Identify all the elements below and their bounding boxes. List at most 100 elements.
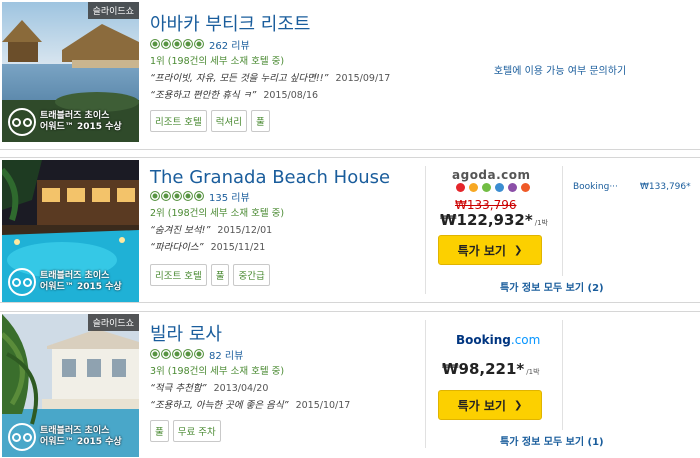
hotel-photo[interactable]: 트래블러즈 초이스 어워드™ 2015 수상 [2, 160, 139, 302]
rating-row: 82 리뷰 [150, 347, 420, 362]
chevron-right-icon: ❯ [513, 244, 523, 256]
rating-bubbles [150, 39, 205, 49]
review-count-link[interactable]: 82 리뷰 [209, 347, 243, 362]
bubble-icon [194, 349, 204, 359]
bubble-icon [183, 39, 193, 49]
travelers-choice-award: 트래블러즈 초이스 어워드™ 2015 수상 [8, 108, 122, 136]
bubble-icon [161, 39, 171, 49]
hotel-info: The Granada Beach House 135 리뷰 2위 (198건의… [150, 167, 420, 253]
award-line-1: 트래블러즈 초이스 [40, 271, 110, 281]
review-quote-link[interactable]: “조용하고, 아늑한 곳에 좋은 음식” [150, 400, 289, 411]
alt-provider-price[interactable]: ₩133,796* [640, 182, 691, 192]
column-divider [562, 166, 563, 276]
bubble-icon [150, 39, 160, 49]
bubble-icon [172, 349, 182, 359]
hotel-info: 아바카 부티크 리조트 262 리뷰 1위 (198건의 세부 소재 호텔 중)… [150, 10, 420, 101]
bubble-icon [161, 349, 171, 359]
hotel-title-link[interactable]: 아바카 부티크 리조트 [150, 10, 420, 36]
review-snippet: “파라다이스” 2015/11/21 [150, 239, 420, 253]
bubble-icon [172, 39, 182, 49]
hotel-info: 빌라 로사 82 리뷰 3위 (198건의 세부 소재 호텔 중) “적극 추천… [150, 320, 420, 411]
owl-icon [8, 268, 36, 296]
review-date: 2015/09/17 [335, 73, 391, 84]
review-quote-link[interactable]: “숨겨진 보석!” [150, 225, 210, 236]
view-deal-button[interactable]: 특가 보기 ❯ [438, 390, 542, 420]
bubble-icon [172, 191, 182, 201]
review-date: 2013/04/20 [213, 383, 269, 394]
bubble-icon [183, 191, 193, 201]
booking-logo-main: Booking [456, 333, 511, 347]
rating-row: 135 리뷰 [150, 189, 420, 204]
view-all-deals-link[interactable]: 특가 정보 모두 보기 (2) [500, 279, 604, 294]
review-snippet: “조용하고 편안한 휴식 ㅋ” 2015/08/16 [150, 87, 420, 101]
award-line-1: 트래블러즈 초이스 [40, 111, 110, 121]
review-count-link[interactable]: 135 리뷰 [209, 189, 250, 204]
review-quote-link[interactable]: “적극 추천함” [150, 383, 207, 394]
view-deal-label: 특가 보기 [457, 243, 506, 258]
rank-text: 2위 (198건의 세부 소재 호텔 중) [150, 208, 285, 219]
tag-list: 리조트 호텔 풀 중간급 [150, 264, 274, 286]
owl-icon [8, 423, 36, 451]
tag-midrange[interactable]: 중간급 [233, 264, 270, 286]
view-deal-button[interactable]: 특가 보기 ❯ [438, 235, 542, 265]
view-all-deals-link[interactable]: 특가 정보 모두 보기 (1) [500, 433, 604, 448]
bubble-icon [150, 191, 160, 201]
agoda-dot [482, 183, 491, 192]
price-value: ₩122,932* [440, 211, 533, 229]
alt-provider-link[interactable]: Booking··· [573, 182, 618, 192]
review-quote-link[interactable]: “파라다이스” [150, 242, 204, 253]
slideshow-badge[interactable]: 슬라이드쇼 [87, 314, 139, 331]
rank-text: 1위 (198건의 세부 소재 호텔 중) [150, 56, 285, 67]
tag-pool[interactable]: 풀 [210, 264, 230, 286]
review-quote-link[interactable]: “조용하고 편안한 휴식 ㅋ” [150, 90, 256, 101]
column-divider [425, 320, 426, 448]
owl-icon [8, 108, 36, 136]
review-date: 2015/10/17 [295, 400, 351, 411]
review-snippet: “적극 추천함” 2013/04/20 [150, 380, 420, 394]
travelers-choice-award: 트래블러즈 초이스 어워드™ 2015 수상 [8, 423, 122, 451]
view-deal-label: 특가 보기 [457, 398, 506, 413]
review-count-link[interactable]: 262 리뷰 [209, 37, 250, 52]
bubble-icon [150, 349, 160, 359]
slideshow-badge[interactable]: 슬라이드쇼 [87, 2, 139, 19]
hotel-photo[interactable]: 슬라이드쇼 트래블러즈 초이스 어워드™ 2015 수상 [2, 2, 139, 142]
price-display: ₩122,932*/1박 [440, 211, 548, 229]
tag-pool[interactable]: 풀 [150, 420, 169, 442]
review-snippet: “프라이빗, 자유, 모든 것을 누리고 싶다면!!” 2015/09/17 [150, 70, 420, 84]
review-date: 2015/11/21 [210, 242, 266, 253]
tag-free-parking[interactable]: 무료 주차 [172, 420, 221, 442]
agoda-dot [456, 183, 465, 192]
price-display: ₩98,221*/1박 [442, 360, 540, 378]
agoda-dot [508, 183, 517, 192]
booking-logo-suffix: .com [510, 333, 541, 347]
review-snippet: “조용하고, 아늑한 곳에 좋은 음식” 2015/10/17 [150, 397, 420, 411]
tag-resort-hotel[interactable]: 리조트 호텔 [150, 110, 207, 132]
price-value: ₩98,221* [442, 360, 525, 378]
agoda-logo[interactable]: agoda.com [452, 168, 531, 182]
price-per-night: /1박 [534, 219, 548, 227]
bubble-icon [183, 349, 193, 359]
award-line-2: 어워드™ 2015 수상 [40, 122, 122, 132]
tag-pool[interactable]: 풀 [250, 110, 270, 132]
review-quote-link[interactable]: “프라이빗, 자유, 모든 것을 누리고 싶다면!!” [150, 73, 328, 84]
agoda-dot [495, 183, 504, 192]
travelers-choice-award: 트래블러즈 초이스 어워드™ 2015 수상 [8, 268, 122, 296]
booking-logo[interactable]: Booking.com [456, 333, 540, 347]
tag-resort-hotel[interactable]: 리조트 호텔 [150, 264, 207, 286]
agoda-dot [469, 183, 478, 192]
award-line-2: 어워드™ 2015 수상 [40, 437, 122, 447]
availability-inquiry-link[interactable]: 호텔에 이용 가능 여부 문의하기 [480, 66, 640, 78]
bubble-icon [194, 191, 204, 201]
rating-row: 262 리뷰 [150, 37, 420, 52]
rating-bubbles [150, 191, 205, 201]
hotel-listing-1: 슬라이드쇼 트래블러즈 초이스 어워드™ 2015 수상 아바카 부티크 리조트… [0, 0, 700, 150]
review-date: 2015/12/01 [217, 225, 273, 236]
column-divider [425, 166, 426, 294]
original-price: ₩133,796 [455, 198, 517, 212]
award-line-2: 어워드™ 2015 수상 [40, 282, 122, 292]
hotel-photo[interactable]: 슬라이드쇼 트래블러즈 초이스 어워드™ 2015 수상 [2, 314, 139, 457]
hotel-title-link[interactable]: The Granada Beach House [150, 167, 420, 188]
tag-luxury[interactable]: 럭셔리 [210, 110, 247, 132]
hotel-title-link[interactable]: 빌라 로사 [150, 320, 420, 346]
agoda-dot [521, 183, 530, 192]
